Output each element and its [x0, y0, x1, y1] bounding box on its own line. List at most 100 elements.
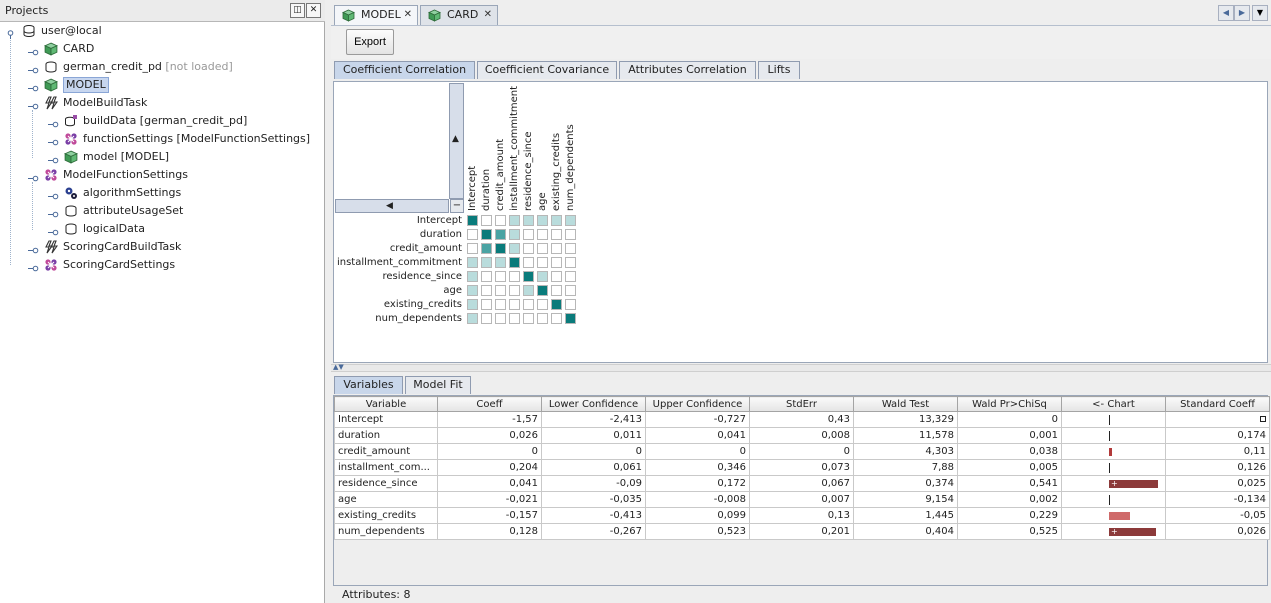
table-row[interactable]: installment_com... 0,204 0,061 0,346 0,073 7,… [334, 459, 1270, 476]
tab-variables[interactable]: Variables [334, 376, 403, 394]
matrix-cell[interactable] [481, 271, 492, 282]
matrix-cell[interactable] [495, 299, 506, 310]
matrix-cell[interactable] [565, 257, 576, 268]
collapse-arrows-icon[interactable]: ▲▼ [333, 363, 344, 371]
tab-model-fit[interactable]: Model Fit [405, 376, 471, 394]
tab-list-menu-button[interactable]: ▼ [1252, 5, 1268, 21]
matrix-cell[interactable] [551, 313, 562, 324]
tree-item[interactable]: attributeUsageSet [0, 202, 322, 220]
column-header[interactable]: Lower Confidence [541, 396, 646, 412]
tree-item[interactable]: algorithmSettings [0, 184, 322, 202]
matrix-cell[interactable] [467, 229, 478, 240]
matrix-cell[interactable] [509, 215, 520, 226]
collapsed-node-icon[interactable] [48, 225, 59, 236]
tree-item[interactable]: logicalData [0, 220, 322, 238]
tree-item[interactable]: ModelBuildTask [0, 94, 322, 112]
tree-item[interactable]: CARD [0, 40, 322, 58]
tree-item[interactable]: buildData [german_credit_pd] [0, 112, 322, 130]
matrix-cell[interactable] [551, 215, 562, 226]
matrix-cell[interactable] [565, 229, 576, 240]
tree-item[interactable]: ScoringCardBuildTask [0, 238, 322, 256]
matrix-cell[interactable] [565, 299, 576, 310]
tree-item[interactable]: german_credit_pd [not loaded] [0, 58, 322, 76]
matrix-cell[interactable] [467, 313, 478, 324]
doc-tab-model[interactable]: MODEL ✕ [334, 5, 418, 25]
export-button[interactable]: Export [346, 29, 394, 55]
matrix-cell[interactable] [481, 215, 492, 226]
zoom-slider-vertical[interactable]: ▲ [449, 83, 464, 199]
matrix-cell[interactable] [565, 285, 576, 296]
matrix-cell[interactable] [551, 299, 562, 310]
matrix-cell[interactable] [509, 285, 520, 296]
collapsed-node-icon[interactable] [28, 171, 39, 182]
matrix-cell[interactable] [565, 243, 576, 254]
matrix-cell[interactable] [467, 257, 478, 268]
tab-lifts[interactable]: Lifts [758, 61, 800, 79]
matrix-cell[interactable] [481, 243, 492, 254]
tab-attributes-correlation[interactable]: Attributes Correlation [619, 61, 756, 79]
matrix-cell[interactable] [537, 257, 548, 268]
matrix-cell[interactable] [481, 285, 492, 296]
matrix-cell[interactable] [495, 285, 506, 296]
tree-item[interactable]: user@local [0, 22, 322, 40]
matrix-cell[interactable] [495, 229, 506, 240]
matrix-cell[interactable] [551, 229, 562, 240]
column-header[interactable]: Wald Test [853, 396, 958, 412]
matrix-cell[interactable] [509, 313, 520, 324]
matrix-cell[interactable] [467, 271, 478, 282]
matrix-cell[interactable] [481, 229, 492, 240]
collapsed-node-icon[interactable] [48, 135, 59, 146]
collapsed-node-icon[interactable] [48, 207, 59, 218]
close-tab-icon[interactable]: ✕ [484, 6, 492, 24]
matrix-cell[interactable] [537, 313, 548, 324]
matrix-cell[interactable] [523, 271, 534, 282]
table-row[interactable]: existing_credits -0,157 -0,413 0,099 0,13 1,4… [334, 507, 1270, 524]
matrix-cell[interactable] [495, 313, 506, 324]
close-panel-button[interactable]: ✕ [306, 3, 321, 18]
scroll-tabs-right-button[interactable]: ▶ [1234, 5, 1250, 21]
tab-coefficient-covariance[interactable]: Coefficient Covariance [477, 61, 617, 79]
matrix-cell[interactable] [537, 215, 548, 226]
column-header[interactable]: <- Chart [1061, 396, 1166, 412]
matrix-cell[interactable] [523, 229, 534, 240]
split-pane-divider[interactable]: ▲▼ [331, 363, 1271, 372]
zoom-slider-horizontal[interactable]: ◀ [335, 199, 449, 213]
collapsed-node-icon[interactable] [28, 261, 39, 272]
tree-item[interactable]: MODEL [0, 76, 322, 94]
matrix-cell[interactable] [537, 271, 548, 282]
matrix-cell[interactable] [509, 257, 520, 268]
table-row[interactable]: credit_amount 0 0 0 0 4,303 0,038 0,11 [334, 443, 1270, 460]
matrix-cell[interactable] [551, 257, 562, 268]
column-header[interactable]: Standard Coeff [1165, 396, 1270, 412]
matrix-cell[interactable] [537, 229, 548, 240]
matrix-cell[interactable] [523, 299, 534, 310]
matrix-cell[interactable] [523, 285, 534, 296]
column-header[interactable]: Coeff [437, 396, 542, 412]
matrix-cell[interactable] [565, 313, 576, 324]
matrix-cell[interactable] [495, 215, 506, 226]
matrix-cell[interactable] [509, 243, 520, 254]
matrix-cell[interactable] [523, 313, 534, 324]
table-row[interactable]: age -0,021 -0,035 -0,008 0,007 9,154 0,002 -0,1… [334, 491, 1270, 508]
matrix-cell[interactable] [551, 271, 562, 282]
tree-item[interactable]: functionSettings [ModelFunctionSettings] [0, 130, 322, 148]
expanded-node-icon[interactable] [6, 27, 15, 39]
collapsed-node-icon[interactable] [28, 81, 39, 92]
matrix-cell[interactable] [509, 229, 520, 240]
table-row[interactable]: Intercept -1,57 -2,413 -0,727 0,43 13,329 0 [334, 411, 1270, 428]
matrix-cell[interactable] [467, 299, 478, 310]
collapsed-node-icon[interactable] [48, 117, 59, 128]
tree-item[interactable]: ScoringCardSettings [0, 256, 322, 274]
matrix-cell[interactable] [523, 215, 534, 226]
matrix-cell[interactable] [467, 243, 478, 254]
matrix-cell[interactable] [537, 285, 548, 296]
matrix-cell[interactable] [467, 215, 478, 226]
matrix-cell[interactable] [565, 215, 576, 226]
collapsed-node-icon[interactable] [48, 153, 59, 164]
zoom-out-button[interactable]: − [450, 199, 464, 213]
column-header[interactable]: Variable [334, 396, 438, 412]
matrix-cell[interactable] [481, 299, 492, 310]
matrix-cell[interactable] [551, 243, 562, 254]
restore-panel-button[interactable]: ◫ [290, 3, 305, 18]
matrix-cell[interactable] [481, 257, 492, 268]
